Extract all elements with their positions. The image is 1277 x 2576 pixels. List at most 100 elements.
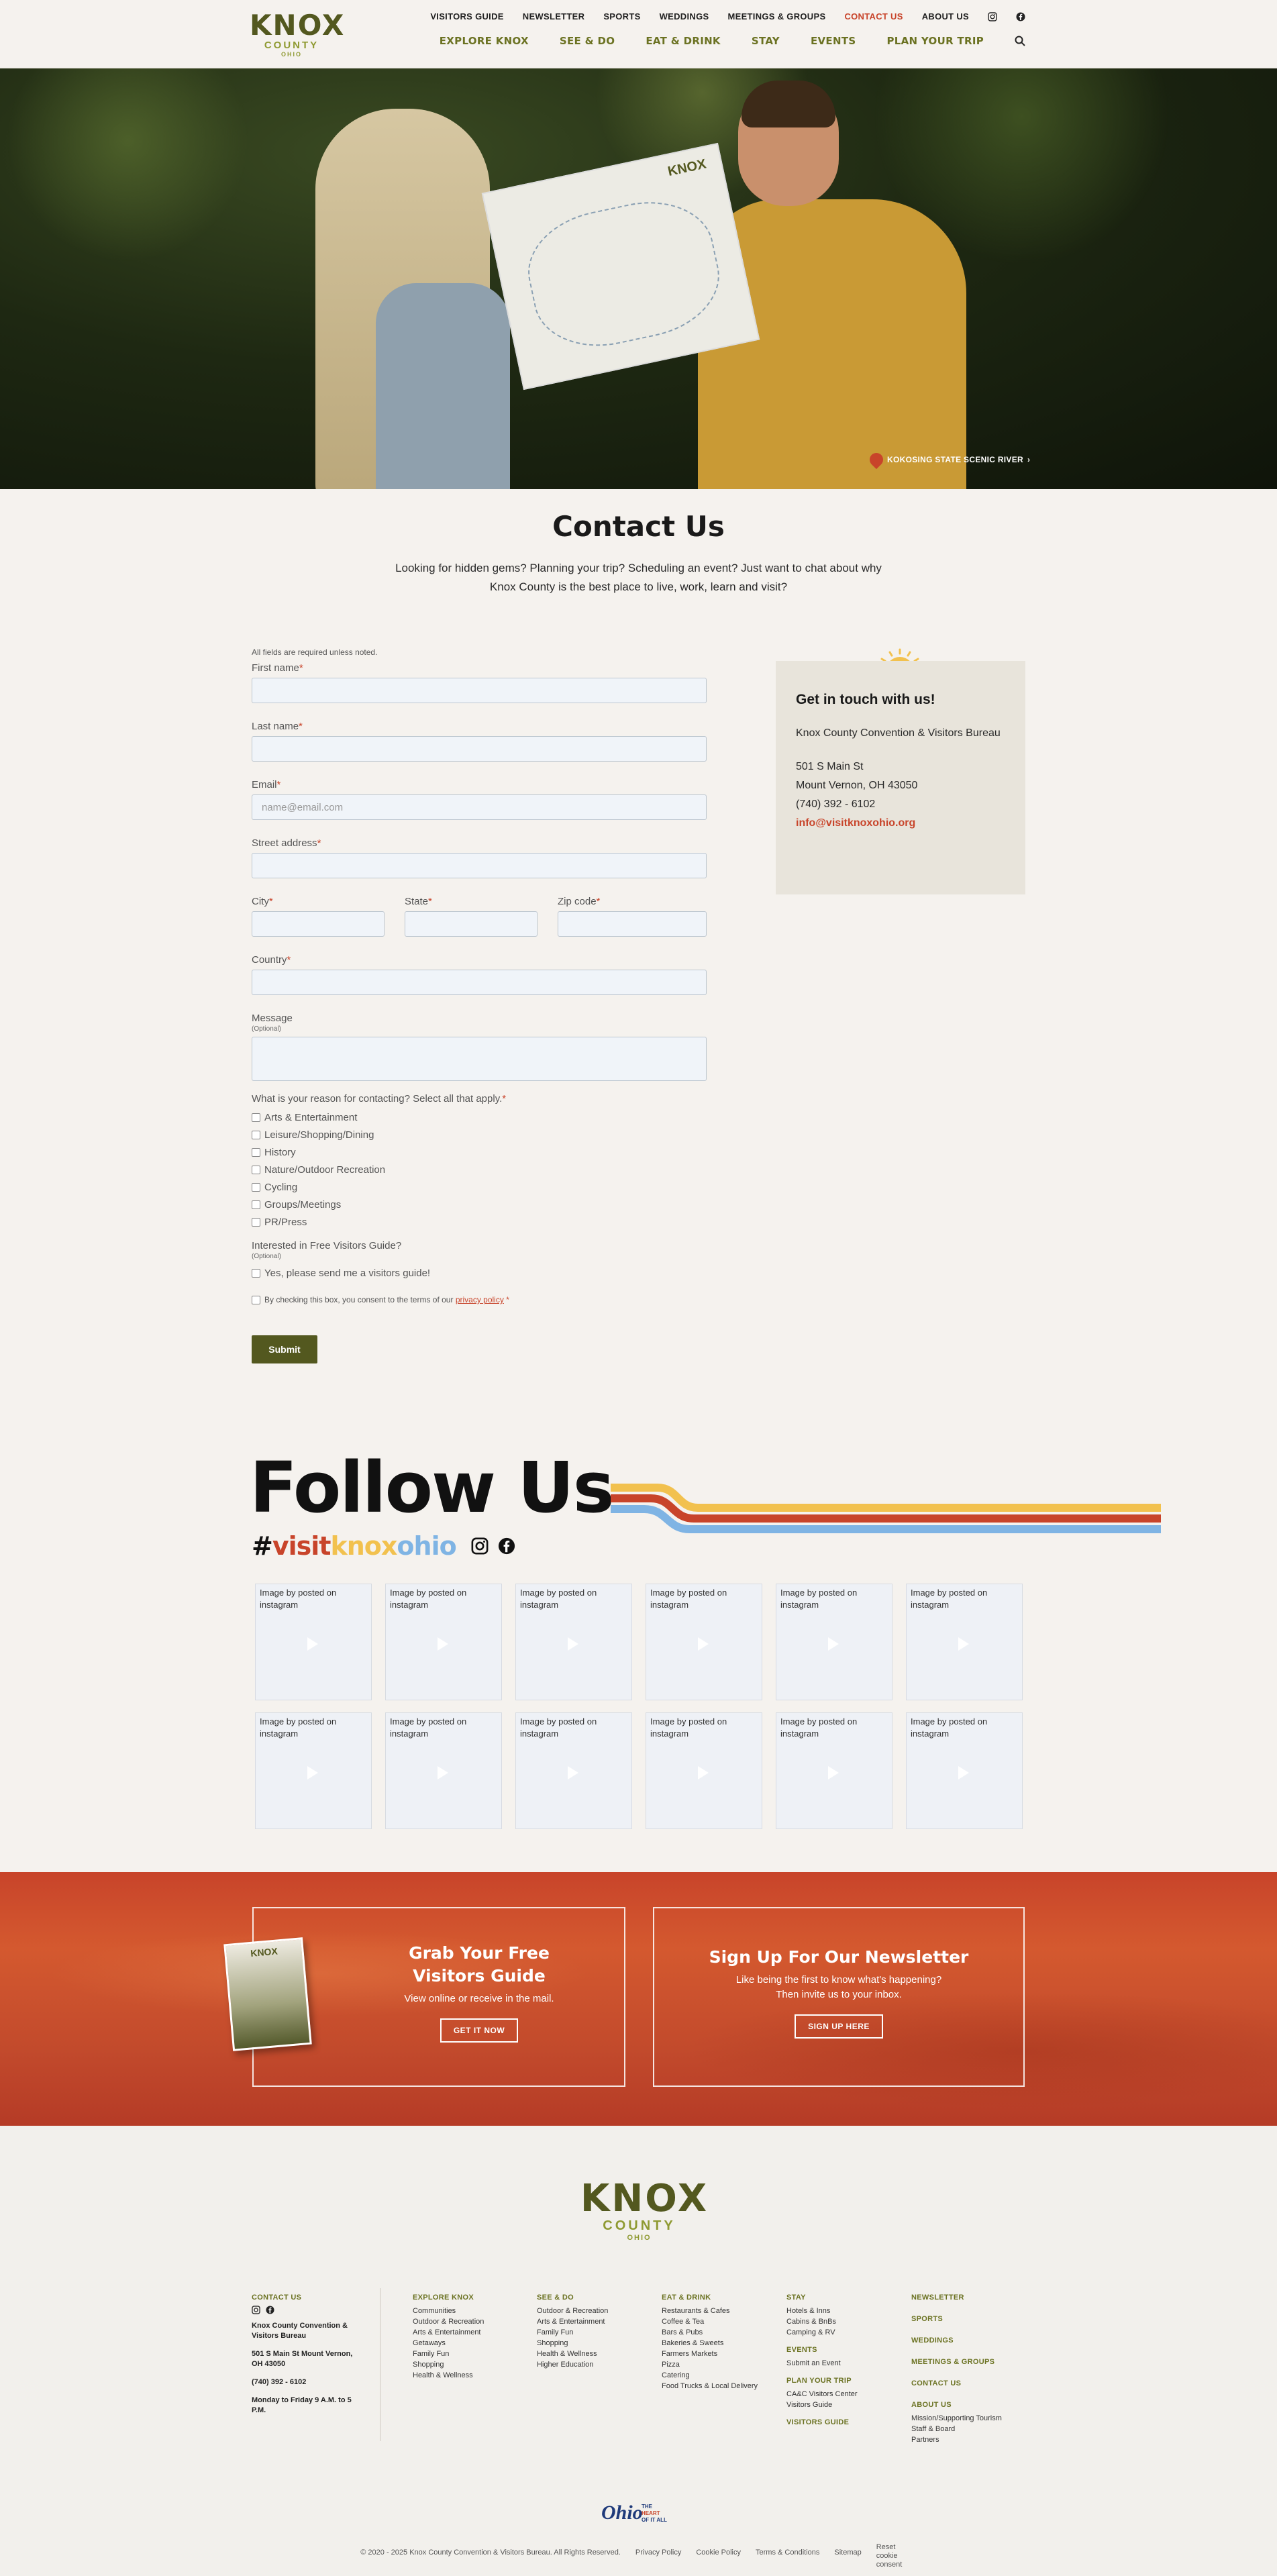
reason-cycling[interactable]: Cycling bbox=[252, 1178, 708, 1196]
footer-link[interactable]: Mission/Supporting Tourism bbox=[911, 2413, 1002, 2424]
reset-cookie-link[interactable]: Reset cookie consent bbox=[876, 2543, 917, 2569]
footer-link[interactable]: Bars & Pubs bbox=[662, 2327, 758, 2338]
cookie-policy-link[interactable]: Cookie Policy bbox=[696, 2548, 741, 2569]
footer-link[interactable]: Hotels & Inns bbox=[786, 2306, 858, 2316]
nav-visitors-guide[interactable]: VISITORS GUIDE bbox=[430, 11, 503, 21]
checkbox[interactable] bbox=[252, 1295, 260, 1304]
nav-meetings-groups[interactable]: MEETINGS & GROUPS bbox=[727, 11, 825, 21]
footer-phone[interactable]: (740) 392 - 6102 bbox=[252, 2377, 359, 2387]
instagram-post[interactable]: Image by posted on instagram bbox=[385, 1712, 502, 1829]
nav-contact-us[interactable]: CONTACT US bbox=[844, 11, 903, 21]
instagram-post[interactable]: Image by posted on instagram bbox=[906, 1712, 1023, 1829]
footer-link[interactable]: Shopping bbox=[413, 2359, 484, 2370]
site-logo[interactable]: KNOX COUNTY OHIO bbox=[250, 11, 344, 60]
privacy-policy-link[interactable]: Privacy Policy bbox=[635, 2548, 681, 2569]
get-it-now-button[interactable]: GET IT NOW bbox=[440, 2018, 519, 2043]
checkbox[interactable] bbox=[252, 1200, 260, 1209]
sign-up-here-button[interactable]: SIGN UP HERE bbox=[795, 2014, 883, 2039]
checkbox[interactable] bbox=[252, 1113, 260, 1122]
checkbox[interactable] bbox=[252, 1130, 260, 1139]
nav-see-do[interactable]: SEE & DO bbox=[560, 35, 615, 47]
nav-sports[interactable]: SPORTS bbox=[603, 11, 640, 21]
instagram-post[interactable]: Image by posted on instagram bbox=[255, 1712, 372, 1829]
footer-logo[interactable]: KNOX COUNTY OHIO bbox=[580, 2179, 707, 2243]
instagram-post[interactable]: Image by posted on instagram bbox=[776, 1584, 892, 1700]
sitemap-link[interactable]: Sitemap bbox=[834, 2548, 861, 2569]
instagram-post[interactable]: Image by posted on instagram bbox=[776, 1712, 892, 1829]
footer-link[interactable]: Getaways bbox=[413, 2338, 484, 2349]
footer-link[interactable]: Coffee & Tea bbox=[662, 2316, 758, 2327]
email-input[interactable]: name@email.com bbox=[252, 794, 707, 820]
hero-location-caption[interactable]: KOKOSING STATE SCENIC RIVER › bbox=[866, 450, 1030, 470]
instagram-post[interactable]: Image by posted on instagram bbox=[646, 1584, 762, 1700]
checkbox[interactable] bbox=[252, 1182, 260, 1192]
footer-link[interactable]: Arts & Entertainment bbox=[537, 2316, 608, 2327]
guide-checkbox-row[interactable]: Yes, please send me a visitors guide! bbox=[252, 1264, 708, 1282]
footer-contact-head[interactable]: CONTACT US bbox=[252, 2294, 359, 2302]
footer-link[interactable]: Arts & Entertainment bbox=[413, 2327, 484, 2338]
footer-link[interactable]: Partners bbox=[911, 2434, 1002, 2445]
last-name-input[interactable] bbox=[252, 736, 707, 762]
terms-link[interactable]: Terms & Conditions bbox=[756, 2548, 819, 2569]
checkbox[interactable] bbox=[252, 1217, 260, 1227]
reason-press[interactable]: PR/Press bbox=[252, 1213, 708, 1231]
footer-link[interactable]: Farmers Markets bbox=[662, 2349, 758, 2359]
instagram-icon[interactable] bbox=[252, 2306, 260, 2314]
first-name-input[interactable] bbox=[252, 678, 707, 703]
facebook-icon[interactable] bbox=[266, 2306, 274, 2314]
footer-link[interactable]: Communities bbox=[413, 2306, 484, 2316]
nav-events[interactable]: EVENTS bbox=[811, 35, 856, 47]
footer-link[interactable]: Food Trucks & Local Delivery bbox=[662, 2381, 758, 2391]
footer-link[interactable]: Pizza bbox=[662, 2359, 758, 2370]
footer-link[interactable]: Higher Education bbox=[537, 2359, 608, 2370]
footer-link[interactable]: Shopping bbox=[537, 2338, 608, 2349]
footer-link[interactable]: Outdoor & Recreation bbox=[537, 2306, 608, 2316]
nav-about-us[interactable]: ABOUT US bbox=[922, 11, 969, 21]
card-email-link[interactable]: info@visitknoxohio.org bbox=[796, 814, 1005, 833]
footer-link[interactable]: Camping & RV bbox=[786, 2327, 858, 2338]
footer-link[interactable]: Cabins & BnBs bbox=[786, 2316, 858, 2327]
instagram-post[interactable]: Image by posted on instagram bbox=[385, 1584, 502, 1700]
checkbox[interactable] bbox=[252, 1165, 260, 1174]
reason-leisure[interactable]: Leisure/Shopping/Dining bbox=[252, 1126, 708, 1143]
search-icon[interactable] bbox=[1015, 36, 1025, 46]
facebook-icon[interactable] bbox=[1016, 12, 1025, 21]
reason-arts[interactable]: Arts & Entertainment bbox=[252, 1109, 708, 1126]
facebook-icon[interactable] bbox=[498, 1537, 515, 1555]
footer-link[interactable]: Health & Wellness bbox=[537, 2349, 608, 2359]
reason-groups[interactable]: Groups/Meetings bbox=[252, 1196, 708, 1213]
checkbox[interactable] bbox=[252, 1147, 260, 1157]
footer-link[interactable]: Family Fun bbox=[413, 2349, 484, 2359]
footer-link[interactable]: Bakeries & Sweets bbox=[662, 2338, 758, 2349]
instagram-post[interactable]: Image by posted on instagram bbox=[646, 1712, 762, 1829]
instagram-icon[interactable] bbox=[471, 1537, 489, 1555]
footer-link[interactable]: Submit an Event bbox=[786, 2358, 858, 2369]
city-input[interactable] bbox=[252, 911, 385, 937]
nav-stay[interactable]: STAY bbox=[752, 35, 780, 47]
card-phone[interactable]: (740) 392 - 6102 bbox=[796, 795, 1005, 814]
zip-input[interactable] bbox=[558, 911, 707, 937]
checkbox[interactable] bbox=[252, 1268, 260, 1278]
footer-link[interactable]: Restaurants & Cafes bbox=[662, 2306, 758, 2316]
footer-link[interactable]: Family Fun bbox=[537, 2327, 608, 2338]
instagram-post[interactable]: Image by posted on instagram bbox=[906, 1584, 1023, 1700]
footer-link[interactable]: Staff & Board bbox=[911, 2424, 1002, 2434]
ohio-heart-of-it-all-logo[interactable]: Ohio THE HEART OF IT ALL bbox=[600, 2497, 680, 2527]
consent-row[interactable]: By checking this box, you consent to the… bbox=[252, 1291, 708, 1308]
instagram-post[interactable]: Image by posted on instagram bbox=[255, 1584, 372, 1700]
country-input[interactable] bbox=[252, 970, 707, 995]
visitors-guide-cover[interactable]: KNOX bbox=[223, 1937, 312, 2051]
nav-weddings[interactable]: WEDDINGS bbox=[660, 11, 709, 21]
nav-explore-knox[interactable]: EXPLORE KNOX bbox=[440, 35, 529, 47]
instagram-icon[interactable] bbox=[988, 11, 997, 21]
nav-newsletter[interactable]: NEWSLETTER bbox=[523, 11, 585, 21]
instagram-post[interactable]: Image by posted on instagram bbox=[515, 1584, 632, 1700]
nav-plan-your-trip[interactable]: PLAN YOUR TRIP bbox=[886, 35, 984, 47]
footer-link[interactable]: CA&C Visitors Center bbox=[786, 2389, 858, 2400]
street-input[interactable] bbox=[252, 853, 707, 878]
state-input[interactable] bbox=[405, 911, 538, 937]
submit-button[interactable]: Submit bbox=[252, 1335, 317, 1363]
footer-link[interactable]: Health & Wellness bbox=[413, 2370, 484, 2381]
reason-history[interactable]: History bbox=[252, 1143, 708, 1161]
instagram-post[interactable]: Image by posted on instagram bbox=[515, 1712, 632, 1829]
